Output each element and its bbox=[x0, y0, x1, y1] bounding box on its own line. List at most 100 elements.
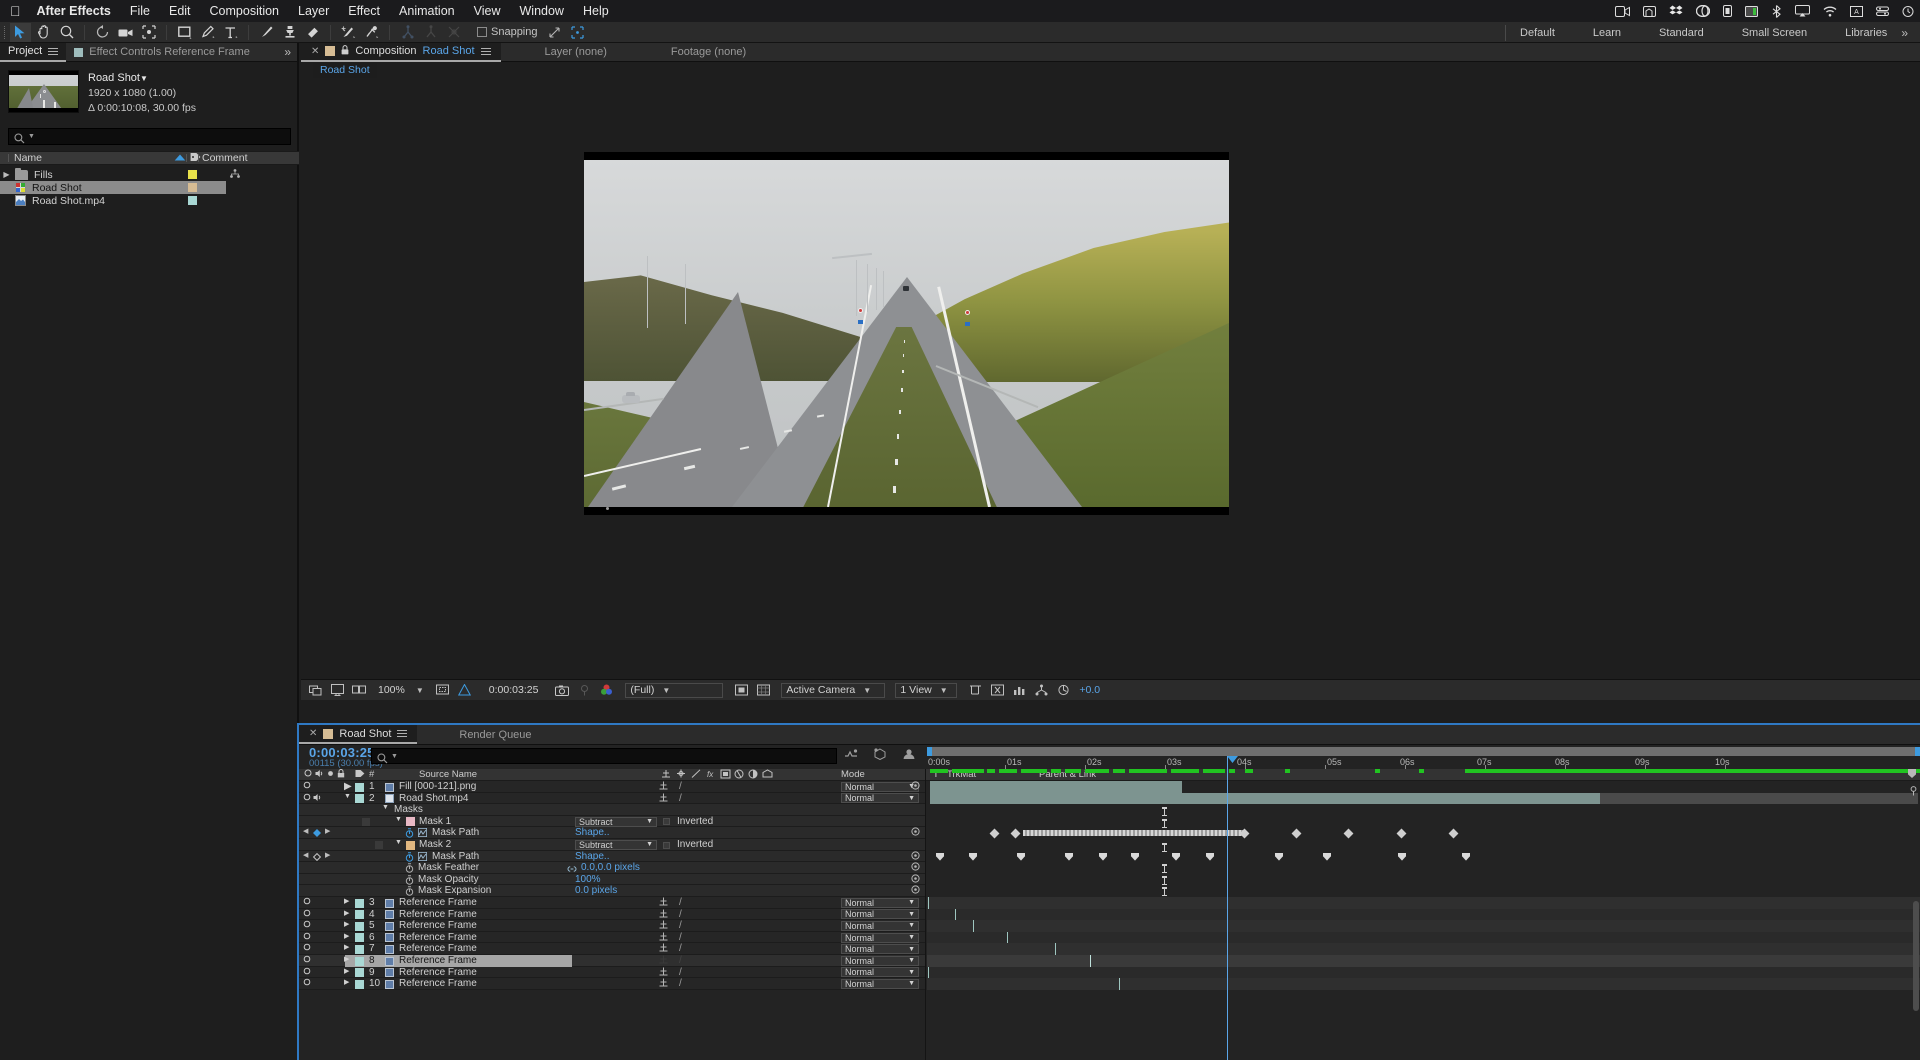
selection-tool[interactable] bbox=[10, 22, 31, 42]
layer-9-track[interactable] bbox=[927, 966, 1920, 979]
disclosure-triangle-icon[interactable]: ▶ bbox=[344, 909, 349, 917]
workspace-libraries[interactable]: Libraries bbox=[1845, 27, 1887, 39]
label-color-swatch[interactable] bbox=[188, 170, 197, 179]
project-item-fills[interactable]: ▶ Fills bbox=[0, 167, 299, 181]
blend-mode-dropdown[interactable]: Normal ▼ bbox=[841, 978, 919, 989]
disclosure-triangle-icon[interactable]: ▶ bbox=[344, 967, 349, 975]
time-ruler[interactable]: 0:00s 01s 02s 03s 04s 05s 06s 07s 08s 09… bbox=[927, 747, 1920, 769]
layer-name[interactable]: Fill [000-121].png bbox=[399, 781, 476, 792]
lock-icon[interactable] bbox=[341, 44, 349, 58]
mask-color-swatch[interactable] bbox=[406, 840, 415, 850]
prev-keyframe-arrow[interactable]: ◀ bbox=[303, 827, 308, 835]
column-name[interactable]: Name bbox=[0, 152, 42, 164]
video-toggle[interactable] bbox=[303, 967, 311, 978]
reset-exposure-icon[interactable] bbox=[1055, 682, 1071, 698]
mask-path-value[interactable]: Shape.. bbox=[575, 851, 609, 862]
show-snapshot-icon[interactable] bbox=[576, 682, 592, 698]
live-update-icon[interactable] bbox=[844, 747, 858, 765]
exposure-value[interactable]: +0.0 bbox=[1079, 684, 1100, 696]
clone-stamp-tool[interactable] bbox=[279, 23, 300, 42]
control-center-icon[interactable] bbox=[1876, 6, 1889, 17]
collapse-transformations-toggle[interactable] bbox=[659, 932, 668, 944]
video-toggle[interactable] bbox=[303, 943, 311, 954]
wifi-icon[interactable] bbox=[1823, 6, 1837, 17]
mask-expansion-value[interactable]: 0.0 pixels bbox=[575, 885, 617, 896]
quality-toggle[interactable]: / bbox=[679, 920, 682, 931]
bluetooth-icon[interactable] bbox=[1771, 4, 1782, 18]
table-row-layer-6[interactable]: ▶ 6 Reference Frame / Normal▼ None▼ None bbox=[299, 931, 925, 944]
hamburger-icon[interactable] bbox=[397, 728, 408, 739]
tab-footage[interactable]: Footage (none) bbox=[661, 43, 756, 62]
mask-mode-dropdown[interactable]: Subtract ▼ bbox=[575, 839, 657, 850]
mask-feather-row[interactable]: Mask Feather 0.0,0.0 pixels bbox=[299, 862, 925, 874]
table-row-layer-9[interactable]: ▶ 9 Reference Frame / Normal▼ None▼ None bbox=[299, 966, 925, 979]
puppet-bend-tool[interactable] bbox=[420, 23, 441, 42]
quality-toggle[interactable]: / bbox=[679, 932, 682, 943]
layer-name[interactable]: Reference Frame bbox=[399, 978, 477, 989]
label-color-swatch[interactable] bbox=[355, 782, 364, 792]
tab-project[interactable]: Project bbox=[0, 42, 67, 62]
collapse-transformations-toggle[interactable] bbox=[659, 943, 668, 955]
collapse-transformations-toggle[interactable] bbox=[659, 793, 668, 805]
parent-pickwhip-icon[interactable] bbox=[911, 781, 920, 793]
toolbar-grip[interactable] bbox=[0, 22, 9, 43]
battery-icon[interactable] bbox=[1723, 5, 1732, 17]
layer-2-duration-bar-trim[interactable] bbox=[1182, 792, 1600, 805]
snapping-arrow-icon[interactable] bbox=[544, 23, 565, 42]
layer-3-track[interactable] bbox=[927, 897, 1920, 909]
tab-timeline-road-shot[interactable]: ✕ Road Shot bbox=[299, 725, 418, 744]
menu-item-view[interactable]: View bbox=[474, 4, 501, 18]
expression-pickwhip-icon[interactable] bbox=[911, 862, 920, 874]
layer-1-duration-bar[interactable] bbox=[930, 781, 1182, 793]
label-color-swatch[interactable] bbox=[355, 956, 364, 966]
workspace-small-screen[interactable]: Small Screen bbox=[1742, 27, 1807, 39]
apple-logo-icon[interactable]:  bbox=[10, 4, 21, 18]
layer-name[interactable]: Reference Frame bbox=[399, 955, 477, 966]
project-search-input[interactable]: ▼ bbox=[8, 128, 291, 145]
eraser-tool[interactable] bbox=[302, 23, 323, 42]
close-icon[interactable]: ✕ bbox=[309, 728, 317, 739]
disclosure-triangle-icon[interactable]: ▶ bbox=[344, 920, 349, 928]
video-toggle[interactable] bbox=[303, 909, 311, 920]
sort-ascending-icon[interactable] bbox=[174, 152, 186, 164]
timeline-graph-icon[interactable] bbox=[1011, 682, 1027, 698]
tab-render-queue[interactable]: Render Queue bbox=[449, 725, 541, 744]
camera-dropdown[interactable]: Active Camera ▼ bbox=[781, 682, 886, 698]
workspace-learn[interactable]: Learn bbox=[1593, 27, 1621, 39]
table-row-layer-7[interactable]: ▶ 7 Reference Frame / Normal▼ None▼ None bbox=[299, 943, 925, 955]
collapse-transformations-toggle[interactable] bbox=[659, 920, 668, 932]
table-row-layer-1[interactable]: ▶ 1 Fill [000-121].png / Normal ▼ bbox=[299, 781, 925, 793]
composition-canvas[interactable]: 100% ▼ 0:00:03:25 (Full) ▼ Active Camera… bbox=[301, 78, 1920, 700]
project-item-road-shot-mp4[interactable]: Road Shot.mp4 bbox=[0, 194, 299, 207]
region-of-interest-icon[interactable] bbox=[435, 682, 451, 698]
mask-toggle[interactable] bbox=[375, 841, 383, 849]
take-snapshot-icon[interactable] bbox=[554, 682, 570, 698]
menu-item-after-effects[interactable]: After Effects bbox=[37, 4, 111, 18]
puppet-pin-tool[interactable] bbox=[361, 23, 382, 42]
quality-toggle[interactable]: / bbox=[679, 793, 682, 804]
video-toggle[interactable] bbox=[303, 955, 311, 966]
quality-toggle[interactable]: / bbox=[679, 897, 682, 908]
toggle-mask-paths-icon[interactable] bbox=[351, 682, 367, 698]
blend-mode-dropdown[interactable]: Normal ▼ bbox=[841, 955, 919, 966]
mask-mode-dropdown[interactable]: Subtract ▼ bbox=[575, 816, 657, 827]
disclosure-triangle-icon[interactable]: ▶ bbox=[344, 943, 349, 951]
mask-1-row[interactable]: ▼ Mask 1 Subtract ▼ Inverted bbox=[299, 815, 925, 828]
viewer-time-value[interactable]: 0:00:03:25 bbox=[483, 682, 544, 698]
creative-cloud-icon[interactable] bbox=[1696, 5, 1710, 17]
input-source-icon[interactable]: A bbox=[1850, 5, 1863, 17]
mask-1-path-keyframes[interactable] bbox=[927, 827, 1920, 839]
mask-toggle[interactable] bbox=[362, 817, 370, 826]
mask-opacity-value[interactable]: 100% bbox=[575, 874, 601, 885]
mask-2-path-keyframes[interactable] bbox=[927, 851, 1920, 863]
label-color-swatch[interactable] bbox=[355, 898, 364, 908]
draft-3d-icon[interactable] bbox=[873, 747, 887, 765]
quality-toggle[interactable]: / bbox=[679, 978, 682, 989]
roto-brush-tool[interactable] bbox=[338, 23, 359, 42]
composition-viewport[interactable] bbox=[584, 152, 1229, 515]
label-color-swatch[interactable] bbox=[188, 183, 197, 192]
layer-4-track[interactable] bbox=[927, 908, 1920, 921]
hierarchy-link-icon[interactable] bbox=[230, 168, 240, 181]
layer-7-track[interactable] bbox=[927, 943, 1920, 955]
menu-item-layer[interactable]: Layer bbox=[298, 4, 329, 18]
